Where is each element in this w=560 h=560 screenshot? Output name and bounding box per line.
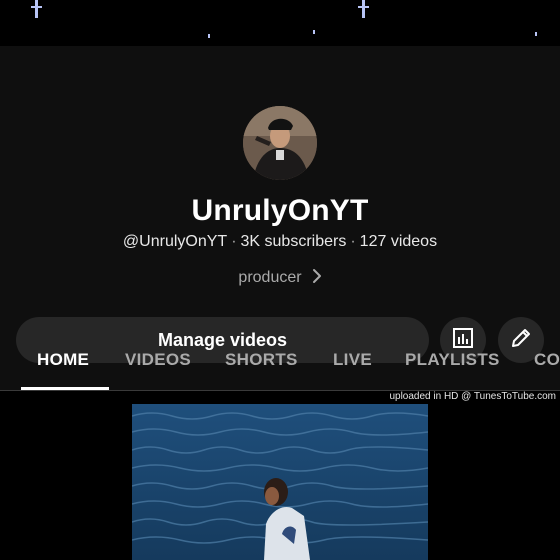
channel-name: UnrulyOnYT [191, 194, 369, 227]
video-watermark: uploaded in HD @ TunesToTube.com [389, 391, 556, 402]
channel-description-link[interactable]: producer [0, 268, 560, 289]
tab-videos[interactable]: VIDEOS [125, 350, 191, 370]
channel-tabs: HOME VIDEOS SHORTS LIVE PLAYLISTS CO [0, 342, 560, 391]
tab-playlists[interactable]: PLAYLISTS [405, 350, 500, 370]
channel-banner [0, 0, 560, 46]
banner-spark [31, 6, 42, 8]
thumbnail-image [132, 404, 428, 560]
banner-spark [35, 0, 38, 18]
tab-live[interactable]: LIVE [333, 350, 372, 370]
avatar-image [243, 106, 317, 180]
active-tab-indicator [21, 387, 109, 390]
channel-description: producer [238, 269, 302, 286]
channel-meta: @UnrulyOnYT · 3K subscribers · 127 videos [0, 233, 560, 251]
channel-avatar[interactable] [243, 106, 317, 180]
tab-shorts[interactable]: SHORTS [225, 350, 298, 370]
separator-dot: · [350, 233, 356, 250]
featured-video[interactable]: uploaded in HD @ TunesToTube.com [0, 391, 560, 560]
separator-dot: · [231, 233, 237, 250]
video-thumbnail[interactable] [132, 404, 428, 560]
channel-handle: @UnrulyOnYT [122, 233, 228, 250]
subscriber-count: 3K subscribers [240, 233, 347, 250]
banner-spark [362, 0, 365, 18]
chevron-right-icon [312, 268, 322, 289]
banner-spark [535, 32, 537, 36]
tab-home[interactable]: HOME [37, 350, 89, 370]
banner-spark [208, 34, 210, 38]
tab-community[interactable]: CO [534, 350, 560, 370]
channel-header: UnrulyOnYT @UnrulyOnYT · 3K subscribers · 12… [0, 46, 560, 390]
video-count: 127 videos [359, 233, 438, 250]
banner-spark [313, 30, 315, 34]
banner-spark [358, 6, 369, 8]
